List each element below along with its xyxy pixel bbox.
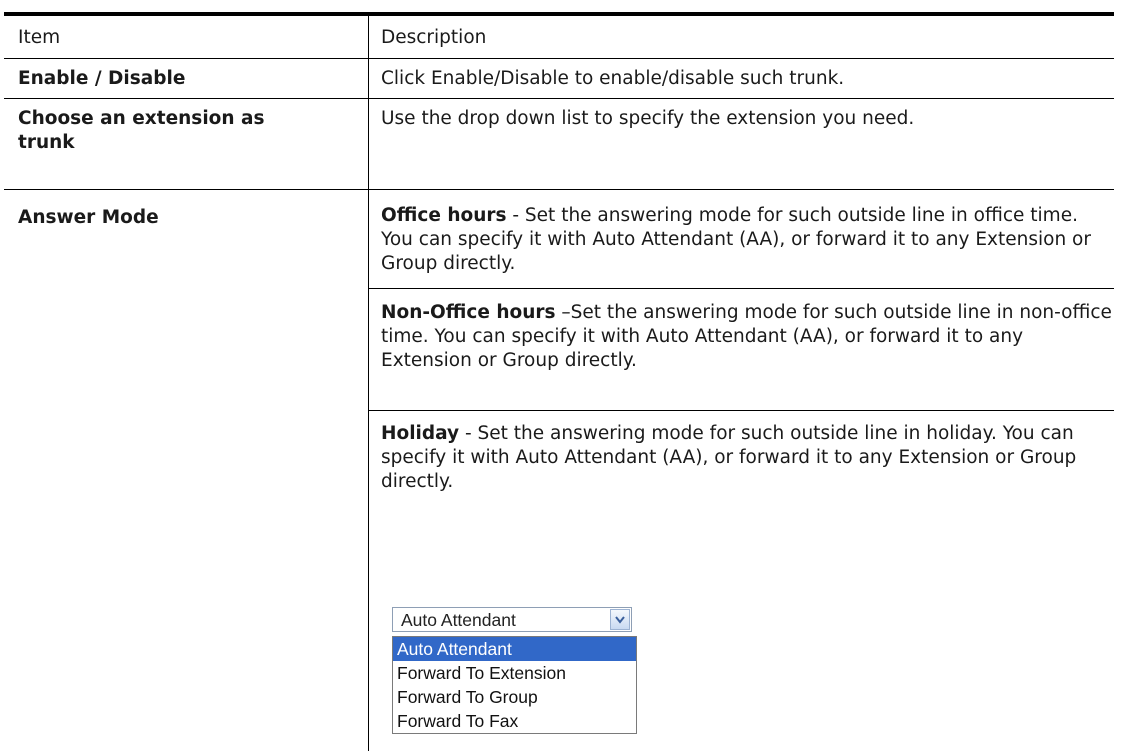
term-label: Non-Office hours bbox=[381, 302, 556, 323]
row-item: Enable / Disable bbox=[18, 68, 186, 89]
dropdown-option[interactable]: Forward To Fax bbox=[393, 709, 636, 733]
answer-mode-non-office-hours: Non-Office hours –Set the answering mode… bbox=[369, 301, 1114, 373]
dropdown-option[interactable]: Forward To Group bbox=[393, 685, 636, 709]
table-row: Choose an extension as trunk Use the dro… bbox=[4, 99, 1114, 189]
column-divider bbox=[368, 16, 369, 751]
answer-mode-holiday: Holiday - Set the answering mode for suc… bbox=[369, 422, 1114, 494]
sub-divider bbox=[368, 410, 1114, 411]
dropdown-select[interactable]: Auto Attendant bbox=[392, 607, 632, 632]
term-label: Office hours bbox=[381, 205, 507, 226]
row-item: Answer Mode bbox=[18, 207, 159, 228]
dropdown-option[interactable]: Auto Attendant bbox=[393, 637, 636, 661]
row-item: Choose an extension as trunk bbox=[18, 108, 265, 153]
paragraph-text: - Set the answering mode for such outsid… bbox=[381, 423, 1077, 492]
row-description: Use the drop down list to specify the ex… bbox=[381, 108, 915, 129]
dropdown-selected-value: Auto Attendant bbox=[401, 610, 516, 630]
dropdown-options-list: Auto Attendant Forward To Extension Forw… bbox=[392, 636, 637, 734]
table-header-row: Item Description bbox=[4, 16, 1114, 58]
answer-mode-dropdown[interactable]: Auto Attendant Auto Attendant Forward To… bbox=[392, 601, 642, 751]
chevron-down-icon[interactable] bbox=[610, 609, 630, 630]
term-label: Holiday bbox=[381, 423, 460, 444]
dropdown-option[interactable]: Forward To Extension bbox=[393, 661, 636, 685]
row-description: Click Enable/Disable to enable/disable s… bbox=[381, 68, 845, 89]
answer-mode-office-hours: Office hours - Set the answering mode fo… bbox=[369, 204, 1114, 276]
header-description: Description bbox=[381, 27, 487, 48]
table-row: Enable / Disable Click Enable/Disable to… bbox=[4, 59, 1114, 98]
header-item: Item bbox=[18, 27, 61, 48]
sub-divider bbox=[368, 288, 1114, 289]
